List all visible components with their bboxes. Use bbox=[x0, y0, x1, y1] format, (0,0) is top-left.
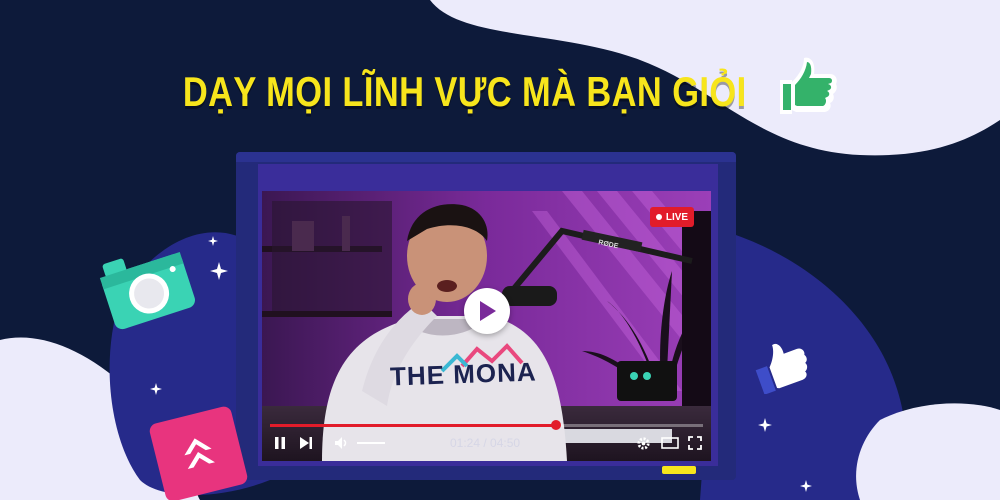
thumbs-up-outline-icon bbox=[755, 343, 808, 394]
play-button[interactable] bbox=[464, 288, 510, 334]
shirt-print-text: THE MONA bbox=[389, 356, 538, 392]
monitor-indicator bbox=[662, 466, 696, 474]
sparkle-icon bbox=[210, 262, 228, 280]
live-badge: LIVE bbox=[650, 207, 694, 227]
pause-button[interactable] bbox=[270, 433, 290, 453]
play-icon bbox=[480, 301, 496, 321]
progress-scrubber[interactable] bbox=[550, 420, 561, 430]
monitor-top-bar bbox=[236, 152, 736, 162]
sparkle-icon bbox=[208, 236, 218, 246]
video-player[interactable]: RØDE THE MONA LIVE 01:24 / 04:50 bbox=[262, 191, 711, 461]
settings-button[interactable] bbox=[634, 433, 652, 453]
theater-mode-button[interactable] bbox=[660, 433, 680, 453]
next-button[interactable] bbox=[296, 433, 316, 453]
pause-icon bbox=[275, 437, 285, 449]
live-label: LIVE bbox=[665, 211, 689, 223]
headline-text: DẠY MỌI LĨNH VỰC MÀ BẠN GIỎI bbox=[183, 68, 747, 115]
theater-icon bbox=[661, 437, 679, 449]
sparkle-icon bbox=[800, 480, 812, 492]
progress-fill bbox=[270, 424, 556, 427]
pink-arrow-card-icon bbox=[149, 406, 248, 500]
volume-button[interactable] bbox=[332, 433, 352, 453]
volume-icon bbox=[335, 437, 347, 449]
sparkle-icon bbox=[150, 383, 162, 395]
progress-bar[interactable] bbox=[270, 420, 703, 430]
next-icon bbox=[300, 437, 312, 449]
volume-slider[interactable] bbox=[357, 442, 385, 444]
fullscreen-icon bbox=[688, 436, 702, 450]
player-controls: 01:24 / 04:50 bbox=[262, 433, 711, 455]
settings-icon bbox=[636, 436, 650, 450]
sparkle-icon bbox=[758, 418, 772, 432]
time-display: 01:24 / 04:50 bbox=[450, 436, 521, 450]
headline: DẠY MỌI LĨNH VỰC MÀ BẠN GIỎI bbox=[0, 68, 1000, 116]
camera-icon bbox=[99, 252, 195, 330]
live-dot bbox=[655, 214, 662, 220]
fullscreen-button[interactable] bbox=[686, 433, 704, 453]
thumbs-up-badge-icon bbox=[780, 57, 837, 114]
